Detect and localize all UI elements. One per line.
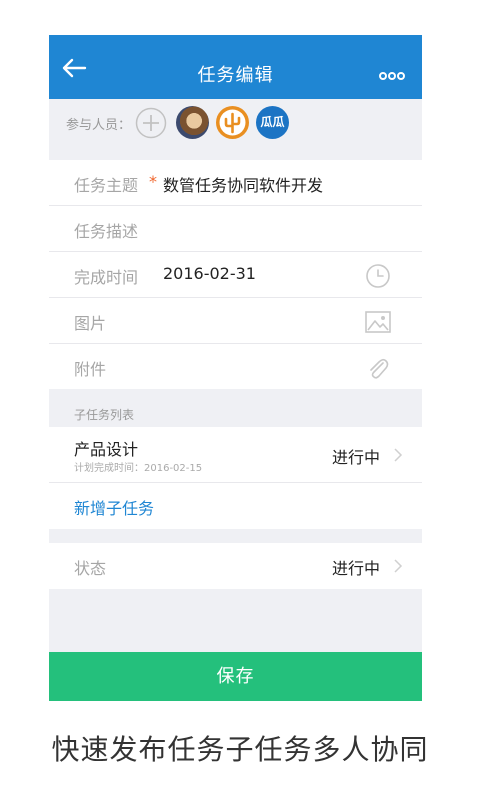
save-button[interactable]: 保存	[49, 652, 422, 701]
paperclip-icon[interactable]	[364, 355, 392, 381]
subtask-status: 进行中	[332, 448, 381, 467]
member-avatar-3[interactable]: 瓜瓜	[256, 106, 289, 139]
status-value: 进行中	[332, 559, 381, 578]
images-label: 图片	[74, 314, 107, 333]
images-row[interactable]: 图片	[49, 298, 422, 344]
finish-time-row[interactable]: 完成时间 2016-02-31	[49, 252, 422, 298]
subject-label: 任务主题	[74, 176, 139, 195]
required-star: *	[149, 172, 157, 191]
subtask-item[interactable]: 产品设计 计划完成时间：2016-02-15 进行中	[49, 427, 422, 483]
top-bar: 任务编辑	[49, 35, 422, 99]
member-avatar-1[interactable]	[176, 106, 209, 139]
chevron-right-icon	[394, 448, 403, 462]
promo-caption: 快速发布任务子任务多人协同	[51, 733, 429, 766]
task-edit-screen: 任务编辑 参与人员： 瓜瓜 任务主题 * 数管任务协同软件开发 任务描述 完成时…	[49, 35, 422, 701]
member-avatar-2[interactable]	[216, 106, 249, 139]
clock-icon[interactable]	[364, 263, 392, 289]
add-subtask-row[interactable]: 新增子任务	[49, 483, 422, 529]
description-row[interactable]: 任务描述	[49, 206, 422, 252]
more-dots-icon[interactable]	[379, 71, 405, 81]
subject-input[interactable]: 数管任务协同软件开发	[163, 172, 323, 196]
add-member-icon[interactable]	[135, 107, 167, 139]
subtask-plan-date: 计划完成时间：2016-02-15	[74, 463, 203, 474]
subject-row[interactable]: 任务主题 * 数管任务协同软件开发	[49, 160, 422, 206]
chevron-right-icon	[394, 559, 403, 573]
cactus-icon	[219, 109, 246, 136]
image-icon[interactable]	[364, 309, 392, 335]
subtask-name: 产品设计	[74, 440, 139, 459]
subtask-list-title: 子任务列表	[74, 408, 135, 422]
attachments-row[interactable]: 附件	[49, 344, 422, 390]
task-form: 任务主题 * 数管任务协同软件开发 任务描述 完成时间 2016-02-31 图…	[49, 160, 422, 390]
subtask-list-header: 子任务列表	[49, 389, 422, 427]
status-row[interactable]: 状态 进行中	[49, 543, 422, 589]
members-bar: 参与人员： 瓜瓜	[49, 99, 422, 147]
description-label: 任务描述	[74, 222, 139, 241]
add-subtask-link[interactable]: 新增子任务	[74, 495, 154, 519]
finish-time-value[interactable]: 2016-02-31	[163, 264, 256, 283]
members-label: 参与人员：	[66, 118, 132, 133]
status-label: 状态	[74, 559, 107, 578]
attachments-label: 附件	[74, 360, 107, 379]
finish-time-label: 完成时间	[74, 268, 139, 287]
